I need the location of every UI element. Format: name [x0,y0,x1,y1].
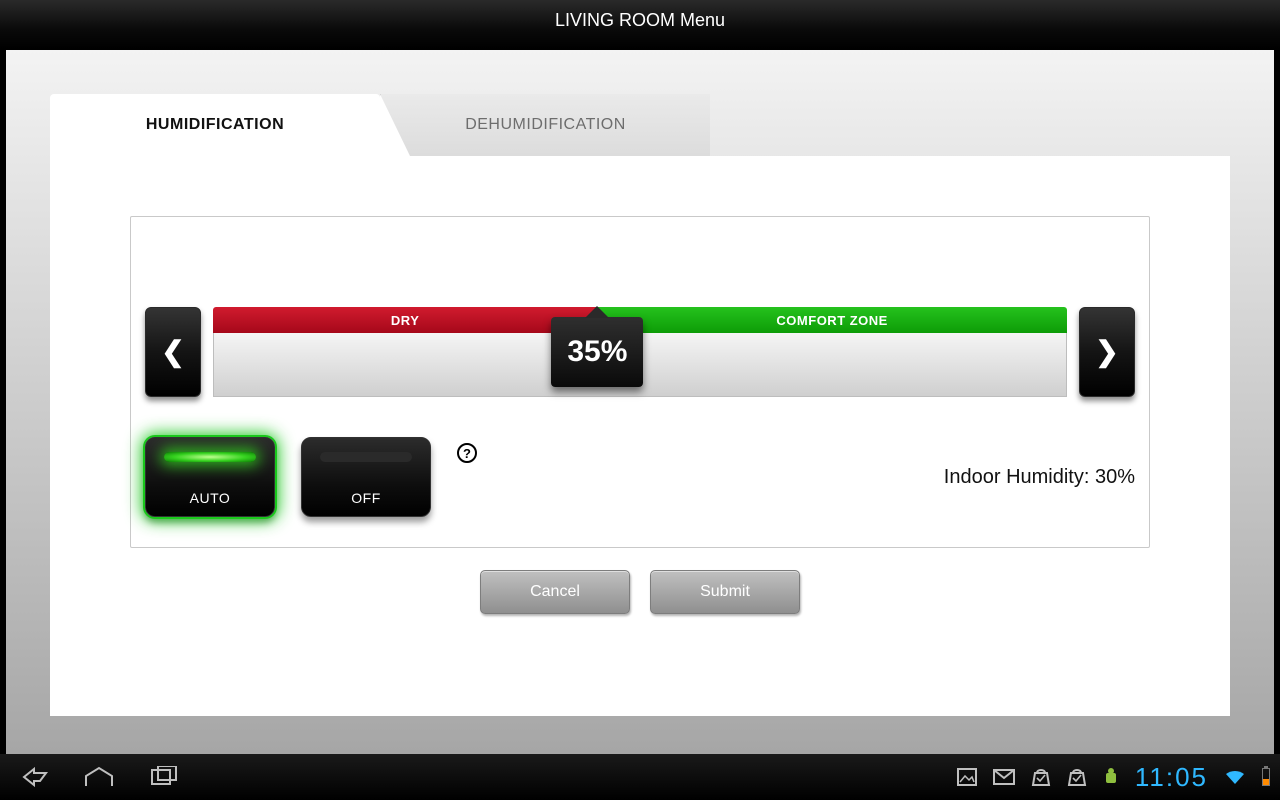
submit-button[interactable]: Submit [650,570,800,614]
led-icon [164,452,256,462]
android-nav-bar: 11:05 [0,754,1280,800]
recent-apps-icon[interactable] [150,766,180,788]
decrease-button[interactable]: ❮ [145,307,201,397]
tab-humidification[interactable]: HUMIDIFICATION [50,94,380,156]
help-icon[interactable]: ? [457,443,477,463]
home-icon[interactable] [82,766,116,788]
window-title: LIVING ROOM Menu [0,0,1280,50]
back-icon[interactable] [10,766,48,788]
humidity-panel: ❮ DRY COMFORT ZONE 35% ❯ [130,216,1150,548]
tab-content: ❮ DRY COMFORT ZONE 35% ❯ [50,156,1230,716]
gallery-icon[interactable] [957,768,977,786]
zone-dry-label: DRY [213,307,597,333]
led-icon [320,452,412,462]
mode-off-button[interactable]: OFF [301,437,431,517]
store-icon[interactable] [1031,767,1051,787]
mode-off-label: OFF [351,490,381,506]
mode-auto-button[interactable]: AUTO [145,437,275,517]
slider-track[interactable]: 35% [213,333,1067,397]
increase-button[interactable]: ❯ [1079,307,1135,397]
battery-icon [1262,768,1270,786]
humidity-slider[interactable]: DRY COMFORT ZONE 35% [213,307,1067,397]
wifi-icon [1224,768,1246,786]
indoor-humidity-readout: Indoor Humidity: 30% [944,466,1135,489]
tab-bar: HUMIDIFICATION DEHUMIDIFICATION [50,94,1230,156]
humidity-slider-row: ❮ DRY COMFORT ZONE 35% ❯ [145,307,1135,397]
clock: 11:05 [1135,762,1208,793]
cancel-button[interactable]: Cancel [480,570,630,614]
android-icon [1103,767,1119,787]
mode-row: AUTO OFF ? Indoor Humidity: 30% [145,437,1135,517]
mail-icon[interactable] [993,769,1015,785]
main-panel: HUMIDIFICATION DEHUMIDIFICATION ❮ DRY CO… [6,50,1274,754]
zone-comfort-label: COMFORT ZONE [597,307,1067,333]
store-icon[interactable] [1067,767,1087,787]
mode-auto-label: AUTO [190,490,231,506]
action-buttons: Cancel Submit [130,570,1150,614]
slider-handle[interactable]: 35% [551,317,643,387]
tab-dehumidification[interactable]: DEHUMIDIFICATION [380,94,710,156]
